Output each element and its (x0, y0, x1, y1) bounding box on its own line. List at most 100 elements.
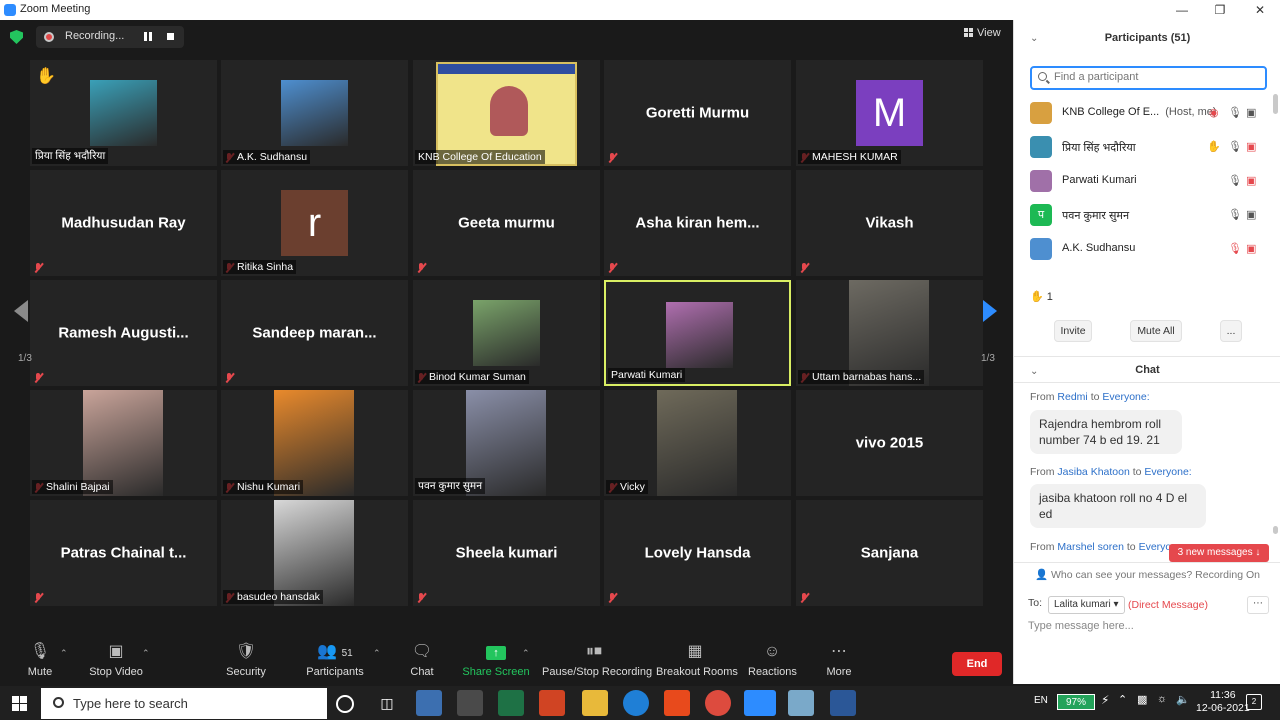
clock[interactable]: 11:36 12-06-2021 (1196, 689, 1250, 715)
video-off-icon[interactable]: ▣ (1246, 140, 1256, 153)
chat-more-options-icon[interactable]: ⋯ (1247, 596, 1269, 614)
raised-hand-icon[interactable]: ✋ (1207, 140, 1221, 153)
mute-button[interactable]: 🎙 Mute (22, 640, 58, 686)
pause-stop-recording-button[interactable]: ⏸⏹ Pause/Stop Recording (542, 640, 652, 686)
language-indicator[interactable]: EN (1034, 695, 1048, 706)
video-tile[interactable]: Nishu Kumari (221, 390, 408, 496)
minimize-button[interactable]: — (1162, 0, 1202, 20)
video-tile[interactable]: Patras Chainal t... (30, 500, 217, 606)
recipient-select[interactable]: Lalita kumari ▾ (1048, 596, 1125, 614)
video-tile[interactable]: Lovely Hansda (604, 500, 791, 606)
security-shield-icon[interactable] (10, 30, 23, 44)
recording-icon[interactable]: ◉ (1209, 106, 1219, 119)
microphone-icon[interactable]: 🎙 (1228, 140, 1242, 153)
video-tile[interactable]: A.K. Sudhansu (221, 60, 408, 166)
breakout-rooms-button[interactable]: ▦ Breakout Rooms (656, 640, 738, 686)
chat-message-input[interactable]: Type message here... (1028, 620, 1134, 632)
app-icon[interactable] (416, 690, 442, 716)
excel-icon[interactable] (498, 690, 524, 716)
more-button[interactable]: ⋯ More (822, 640, 856, 686)
edge-icon[interactable] (623, 690, 649, 716)
participant-row[interactable]: Parwati Kumari 🎙 ▣ (1014, 164, 1272, 198)
view-button[interactable]: View (964, 27, 1001, 39)
video-off-icon[interactable]: ▣ (1246, 242, 1256, 255)
chrome-icon[interactable] (705, 690, 731, 716)
pdf-app-icon[interactable] (539, 690, 565, 716)
video-icon[interactable]: ▣ (1246, 208, 1256, 221)
reactions-button[interactable]: ☺ Reactions (748, 640, 797, 686)
participant-row[interactable]: A.K. Sudhansu 🎙 ▣ (1014, 232, 1272, 266)
volume-icon[interactable]: 🔈 (1176, 693, 1190, 706)
previous-page-arrow-icon[interactable] (14, 300, 28, 322)
next-page-arrow-icon[interactable] (983, 300, 997, 322)
participants-caret-icon[interactable]: ⌃ (373, 648, 381, 659)
close-button[interactable]: ✕ (1240, 0, 1280, 20)
chat-button[interactable]: 🗨 Chat (407, 640, 437, 686)
participant-row[interactable]: प्रिया सिंह भदौरिया ✋ 🎙 ▣ (1014, 130, 1272, 164)
share-options-caret-icon[interactable]: ⌃ (522, 648, 530, 659)
show-hidden-icons-icon[interactable]: ⌃ (1118, 693, 1127, 706)
zoom-taskbar-icon[interactable] (744, 690, 776, 716)
battery-indicator[interactable]: 97% (1057, 694, 1095, 710)
video-tile[interactable]: Binod Kumar Suman (413, 280, 600, 386)
participant-row[interactable]: प पवन कुमार सुमन 🎙 ▣ (1014, 198, 1272, 232)
video-tile[interactable]: basudeo hansdak (221, 500, 408, 606)
invite-button[interactable]: Invite (1054, 320, 1092, 342)
video-tile[interactable]: Goretti Murmu (604, 60, 791, 166)
video-off-icon[interactable]: ▣ (1246, 174, 1256, 187)
security-button[interactable]: 🛡 Security (222, 640, 270, 686)
video-tile[interactable]: Ramesh Augusti... (30, 280, 217, 386)
video-tile[interactable]: पवन कुमार सुमन (413, 390, 600, 496)
video-tile[interactable]: Parwati Kumari (604, 280, 791, 386)
windows-start-icon[interactable] (12, 696, 27, 711)
taskbar-search-input[interactable]: Type here to search (41, 688, 327, 719)
cortana-icon[interactable] (336, 695, 354, 713)
participant-search-input[interactable]: Find a participant (1030, 66, 1267, 90)
video-tile[interactable]: Sanjana (796, 500, 983, 606)
video-tile[interactable]: Sandeep maran... (221, 280, 408, 386)
mute-all-button[interactable]: Mute All (1130, 320, 1182, 342)
video-tile[interactable]: Sheela kumari (413, 500, 600, 606)
participant-list-scrollbar[interactable] (1273, 94, 1278, 114)
office-icon[interactable] (664, 690, 690, 716)
video-tile[interactable]: Asha kiran hem... (604, 170, 791, 276)
video-tile[interactable]: r Ritika Sinha (221, 170, 408, 276)
participant-row[interactable]: KNB College Of E... (Host, me) ◉ 🎙 ▣ (1014, 96, 1272, 130)
muted-mic-icon[interactable]: 🎙 (1228, 242, 1242, 255)
video-tile[interactable]: Vicky (604, 390, 791, 496)
network-icon[interactable]: ▩ (1137, 693, 1147, 706)
participants-button[interactable]: 👥 51 Participants (304, 640, 366, 686)
microphone-icon[interactable]: 🎙 (1228, 106, 1242, 119)
app-icon[interactable] (788, 690, 814, 716)
task-view-icon[interactable]: ◫ (374, 690, 400, 716)
store-icon[interactable] (457, 690, 483, 716)
chat-scrollbar[interactable] (1273, 526, 1278, 534)
video-tile[interactable]: Madhusudan Ray (30, 170, 217, 276)
notification-icon[interactable]: 2 (1246, 694, 1262, 710)
wifi-icon[interactable]: ☼ (1157, 693, 1167, 705)
file-explorer-icon[interactable] (582, 690, 608, 716)
video-options-caret-icon[interactable]: ⌃ (142, 648, 150, 659)
audio-options-caret-icon[interactable]: ⌃ (60, 648, 68, 659)
message-visibility-info[interactable]: 👤 Who can see your messages? Recording O… (1014, 568, 1280, 581)
video-tile[interactable]: Uttam barnabas hans... (796, 280, 983, 386)
microphone-icon[interactable]: 🎙 (1228, 208, 1242, 221)
microphone-icon[interactable]: 🎙 (1228, 174, 1242, 187)
end-meeting-button[interactable]: End (952, 652, 1002, 676)
video-tile[interactable]: Shalini Bajpai (30, 390, 217, 496)
video-tile[interactable]: Vikash (796, 170, 983, 276)
video-icon[interactable]: ▣ (1246, 106, 1256, 119)
stop-video-button[interactable]: ▣ Stop Video (88, 640, 144, 686)
pause-recording-icon[interactable] (144, 32, 152, 41)
video-tile[interactable]: vivo 2015 (796, 390, 983, 496)
video-tile[interactable]: Geeta murmu (413, 170, 600, 276)
stop-recording-icon[interactable] (167, 33, 174, 40)
new-messages-badge[interactable]: 3 new messages ↓ (1169, 544, 1269, 562)
video-tile[interactable]: KNB College Of Education (413, 60, 600, 166)
video-tile[interactable]: M MAHESH KUMAR (796, 60, 983, 166)
participants-more-button[interactable]: ... (1220, 320, 1242, 342)
video-tile[interactable]: ✋ प्रिया सिंह भदौरिया (30, 60, 217, 166)
share-screen-button[interactable]: ↑ Share Screen (462, 640, 530, 686)
maximize-button[interactable]: ❐ (1200, 0, 1240, 20)
word-icon[interactable] (830, 690, 856, 716)
